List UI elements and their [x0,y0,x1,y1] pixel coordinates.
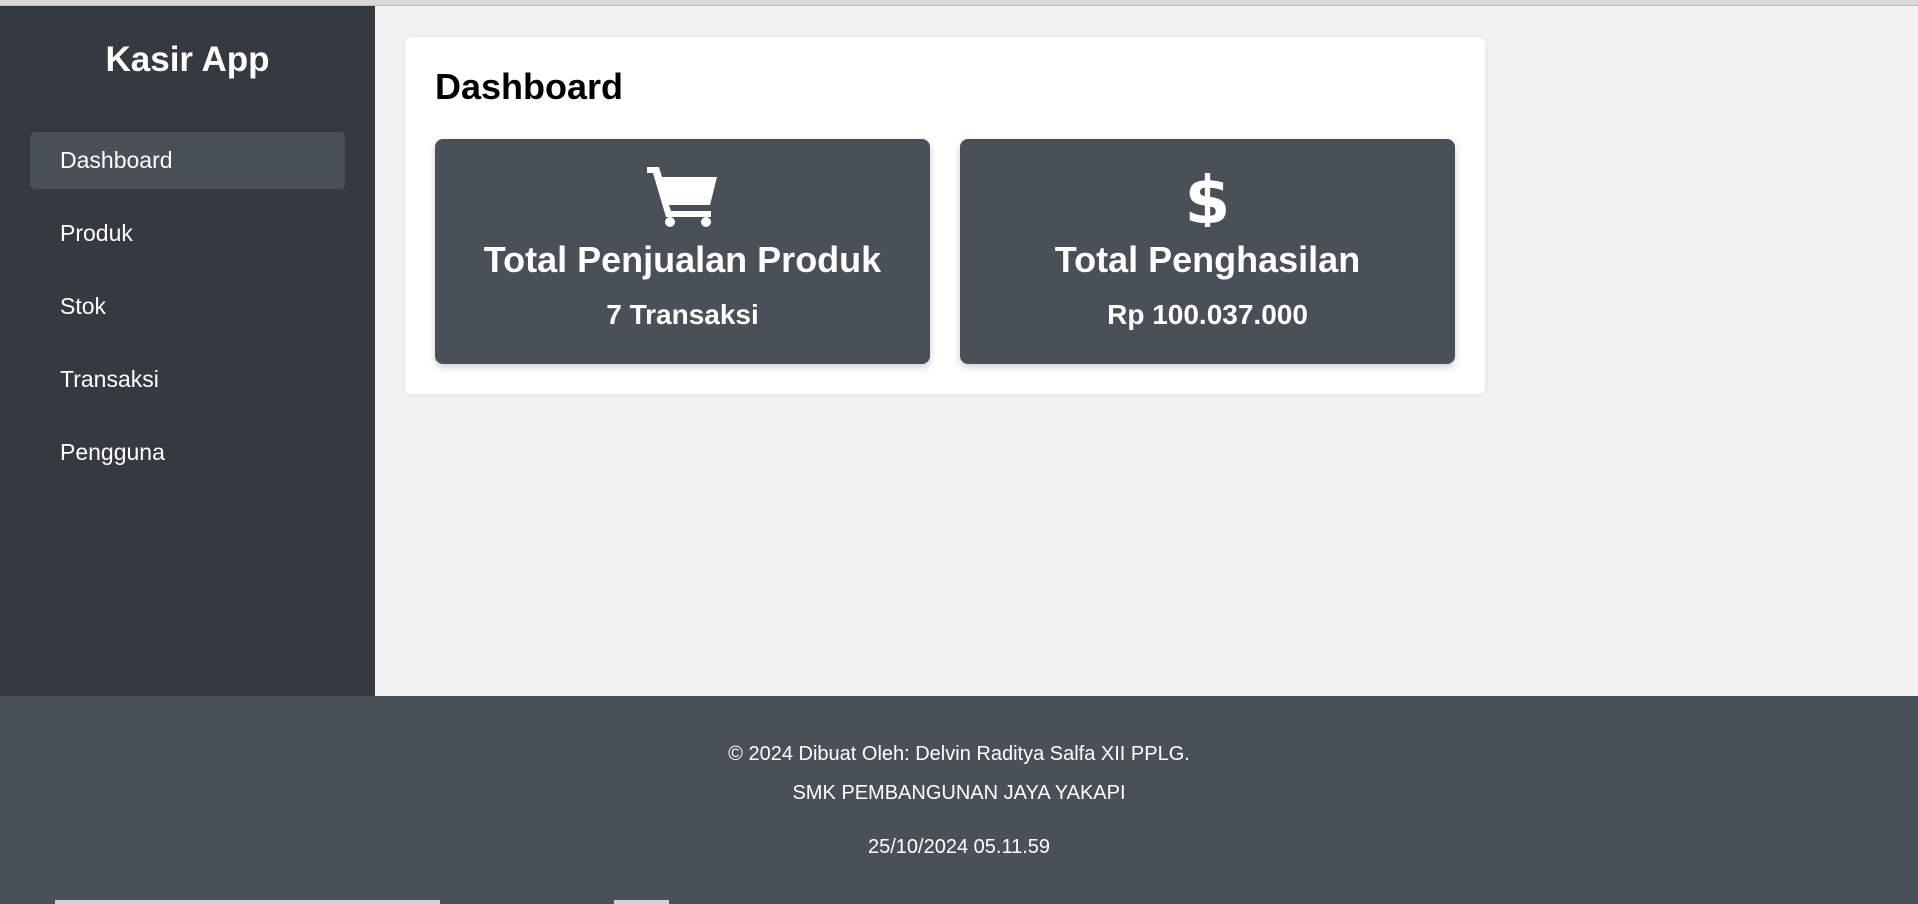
footer-datetime: 25/10/2024 05.11.59 [867,836,1051,858]
sidebar-item-pengguna[interactable]: Pengguna [30,424,345,481]
sidebar-item-label: Pengguna [60,439,165,465]
scrollbar-track [55,900,440,904]
footer-credit: © 2024 Dibuat Oleh: Delvin Raditya Salfa… [728,743,1190,765]
footer: © 2024 Dibuat Oleh: Delvin Raditya Salfa… [0,696,1918,904]
sidebar-item-label: Produk [60,220,133,246]
footer-school: SMK PEMBANGUNAN JAYA YAKAPI [792,782,1126,804]
sidebar-item-produk[interactable]: Produk [30,205,345,262]
sidebar-item-label: Dashboard [60,147,173,173]
total-sales-card: Total Penjualan Produk 7 Transaksi [435,139,930,364]
sidebar: Kasir App Dashboard Produk Stok Transaks… [0,6,375,696]
cart-icon [435,165,930,227]
scrollbar-thumb[interactable] [614,900,669,904]
total-income-card: $ Total Penghasilan Rp 100.037.000 [960,139,1455,364]
sidebar-item-dashboard[interactable]: Dashboard [30,132,345,189]
stat-title: Total Penjualan Produk [483,239,882,280]
stat-title: Total Penghasilan [1054,239,1361,280]
sidebar-item-label: Transaksi [60,366,159,392]
sidebar-item-stok[interactable]: Stok [30,278,345,335]
sidebar-item-transaksi[interactable]: Transaksi [30,351,345,408]
page-title: Dashboard [435,66,624,107]
app-brand: Kasir App [105,40,270,79]
dollar-icon: $ [960,162,1455,239]
dashboard-panel: Dashboard Total Penjualan Produk 7 Trans… [405,37,1485,394]
sidebar-item-label: Stok [60,293,107,319]
stat-value: 7 Transaksi [606,299,759,330]
stat-value: Rp 100.037.000 [1107,299,1308,330]
svg-text:$: $ [1185,165,1231,227]
